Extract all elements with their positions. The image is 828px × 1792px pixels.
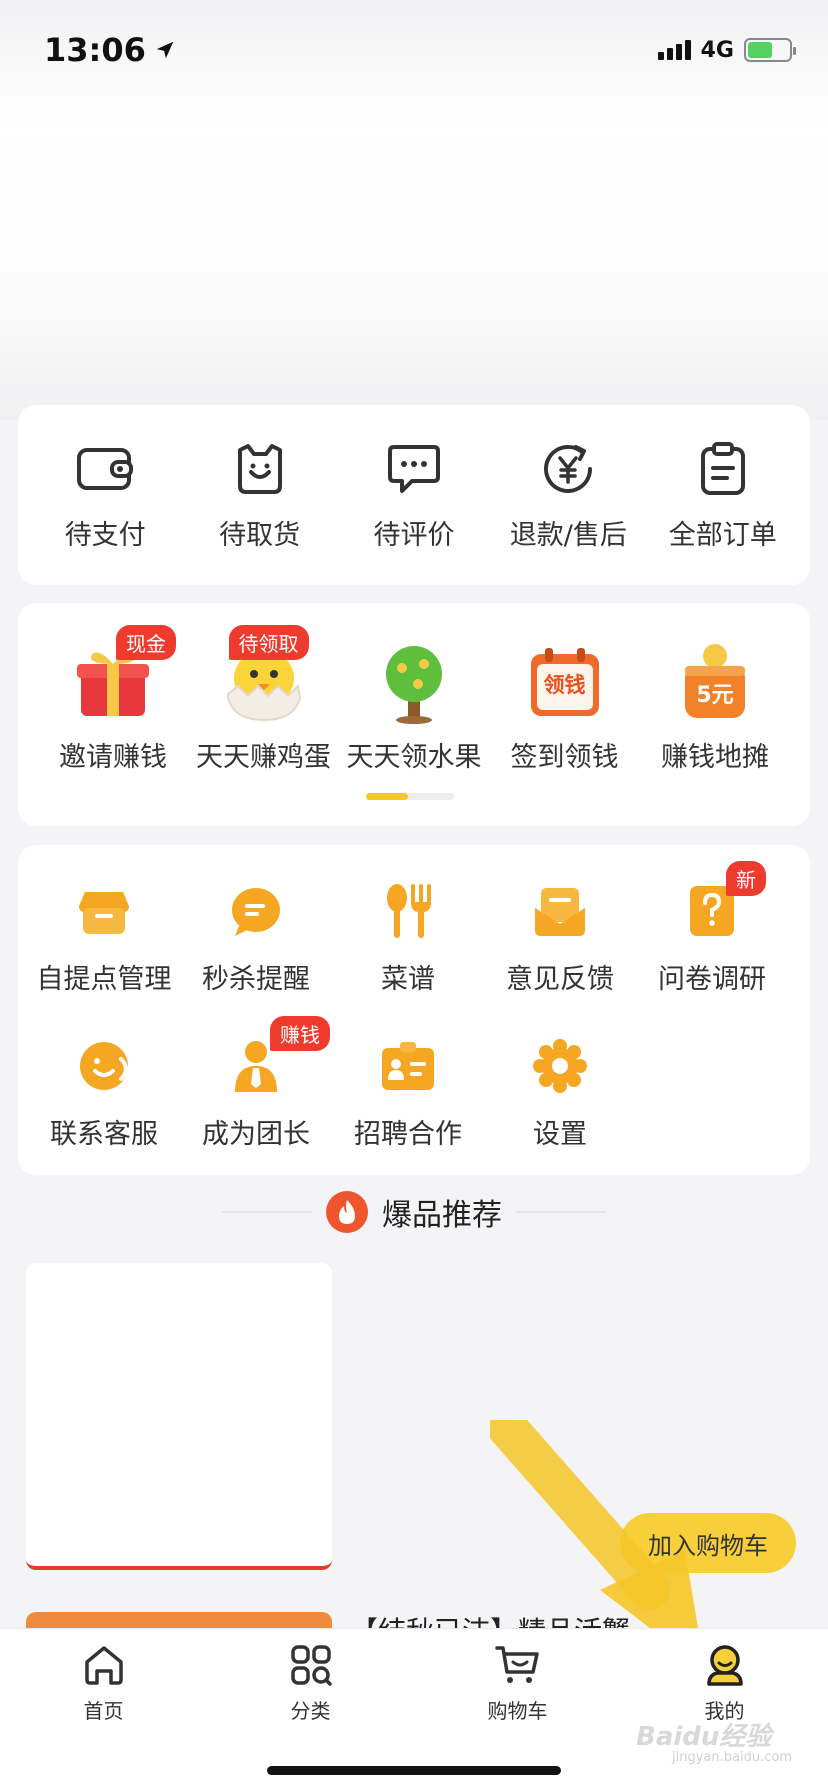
store-icon <box>74 881 134 941</box>
tool-survey[interactable]: 新 问卷调研 <box>636 861 788 1030</box>
wallet-icon <box>75 439 135 499</box>
calendar-money-icon: 领钱 <box>522 639 608 725</box>
location-arrow-icon <box>156 41 174 59</box>
order-label: 退款/售后 <box>509 519 627 551</box>
tool-label: 秒杀提醒 <box>202 964 310 995</box>
tool-label: 自提点管理 <box>36 964 172 995</box>
orders-card: 待支付 待取货 待评价 退款/售后 全部订单 <box>18 405 810 585</box>
order-pending-review[interactable]: 待评价 <box>339 439 489 552</box>
bag-icon <box>230 439 290 499</box>
tool-customer-service[interactable]: 联系客服 <box>28 1030 180 1185</box>
clipboard-icon <box>693 439 753 499</box>
network-type: 4G <box>700 37 734 63</box>
tool-label: 问卷调研 <box>658 964 766 995</box>
tab-profile[interactable]: 我的 <box>650 1641 800 1724</box>
status-time: 13:06 <box>44 31 176 69</box>
order-all[interactable]: 全部订单 <box>648 439 798 552</box>
tree-icon <box>371 639 457 725</box>
signal-icon <box>657 40 691 60</box>
tool-label: 设置 <box>533 1119 587 1150</box>
tool-label: 菜谱 <box>381 964 435 995</box>
tool-recruitment[interactable]: 招聘合作 <box>332 1030 484 1185</box>
tool-recipes[interactable]: 菜谱 <box>332 875 484 1030</box>
status-bar: 13:06 4G <box>0 0 828 100</box>
divider <box>516 1211 606 1213</box>
order-pending-pickup[interactable]: 待取货 <box>185 439 335 552</box>
tool-flash-sale-reminder[interactable]: 秒杀提醒 <box>180 875 332 1030</box>
refund-icon <box>538 439 598 499</box>
order-label: 全部订单 <box>668 519 777 551</box>
home-indicator <box>267 1766 561 1775</box>
tool-label: 招聘合作 <box>354 1119 462 1150</box>
tool-label: 意见反馈 <box>506 964 614 995</box>
money-bag-icon: 5元 <box>672 639 758 725</box>
comment-icon <box>384 439 444 499</box>
tool-label: 联系客服 <box>50 1119 158 1150</box>
recommend-title: 爆品推荐 <box>382 1198 502 1233</box>
cash-badge: 现金 <box>116 625 176 660</box>
profile-icon <box>701 1641 749 1689</box>
tab-label: 分类 <box>290 1699 331 1723</box>
activity-label: 签到领钱 <box>510 742 619 773</box>
product-image[interactable] <box>26 1263 332 1570</box>
utensils-icon <box>378 881 438 941</box>
tools-card: 自提点管理 秒杀提醒 菜谱 意见反馈 新 问卷调研 联系客服 赚钱 成为团长 招… <box>18 845 810 1175</box>
activity-label: 赚钱地摊 <box>661 742 769 773</box>
activity-label: 天天领水果 <box>346 742 482 773</box>
checkin-pic-text: 领钱 <box>543 673 586 697</box>
activity-daily-eggs[interactable]: 待领取 天天赚鸡蛋 <box>189 625 339 774</box>
battery-icon <box>744 38 796 62</box>
stall-pic-text: 5元 <box>696 683 734 708</box>
service-icon <box>74 1036 134 1096</box>
tool-label: 成为团长 <box>202 1119 310 1150</box>
activities-scroll-indicator <box>366 793 454 800</box>
order-label: 待取货 <box>219 519 301 551</box>
tool-settings[interactable]: 设置 <box>484 1030 636 1185</box>
divider <box>222 1211 312 1213</box>
home-icon <box>80 1641 128 1689</box>
activity-daily-fruit[interactable]: 天天领水果 <box>339 639 489 774</box>
recommend-header: 爆品推荐 <box>0 1190 828 1234</box>
category-icon <box>287 1641 335 1689</box>
gear-icon <box>530 1036 590 1096</box>
earn-badge: 赚钱 <box>270 1016 330 1051</box>
pending-claim-badge: 待领取 <box>228 625 309 660</box>
add-to-cart-button[interactable]: 加入购物车 <box>620 1513 796 1573</box>
tab-home[interactable]: 首页 <box>29 1641 179 1724</box>
tool-feedback[interactable]: 意见反馈 <box>484 875 636 1030</box>
tab-category[interactable]: 分类 <box>236 1641 386 1724</box>
watermark-url: jingyan.baidu.com <box>672 1750 792 1765</box>
tool-become-leader[interactable]: 赚钱 成为团长 <box>180 1016 332 1185</box>
order-pending-payment[interactable]: 待支付 <box>30 439 180 552</box>
recruit-icon <box>378 1036 438 1096</box>
tab-label: 购物车 <box>487 1699 548 1723</box>
order-refund[interactable]: 退款/售后 <box>493 439 643 552</box>
watermark: Baidu经验 <box>636 1722 772 1752</box>
order-label: 待评价 <box>373 519 455 551</box>
activity-invite-earn[interactable]: 现金 邀请赚钱 <box>38 625 188 774</box>
order-label: 待支付 <box>64 519 146 551</box>
cart-icon <box>494 1641 542 1689</box>
feedback-icon <box>530 881 590 941</box>
message-icon <box>226 881 286 941</box>
tab-cart[interactable]: 购物车 <box>443 1641 593 1724</box>
new-badge: 新 <box>726 861 766 896</box>
activity-street-stall[interactable]: 5元 赚钱地摊 <box>640 639 790 774</box>
activity-label: 天天赚鸡蛋 <box>196 742 331 773</box>
activities-card: 现金 邀请赚钱 待领取 天天赚鸡蛋 天天领水果 领钱 签到领钱 5元 赚钱地摊 <box>18 603 810 826</box>
tool-pickup-point[interactable]: 自提点管理 <box>28 875 180 1030</box>
fire-icon <box>326 1191 368 1233</box>
tab-label: 首页 <box>83 1699 124 1723</box>
activity-label: 邀请赚钱 <box>59 742 167 773</box>
activity-checkin-earn[interactable]: 领钱 签到领钱 <box>490 639 640 774</box>
